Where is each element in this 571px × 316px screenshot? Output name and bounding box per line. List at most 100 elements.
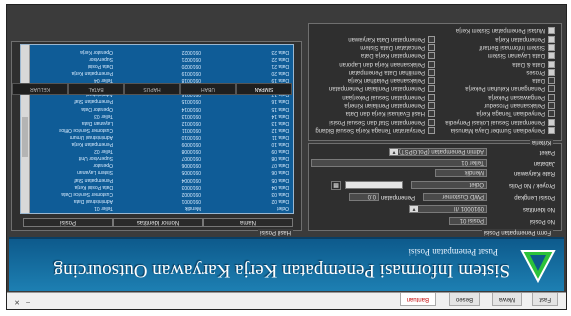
keluar-button[interactable]: KELUAR	[12, 83, 68, 95]
tab-mewa[interactable]: Mewa	[491, 293, 522, 306]
tab-beseo[interactable]: Beseo	[448, 293, 480, 306]
kriteria-checkbox[interactable]: Sistem Informasi Bertarif	[479, 44, 555, 51]
checkbox-icon[interactable]	[548, 35, 555, 43]
list-row[interactable]: Data 11 0910010 Administrasi Umum	[31, 133, 293, 140]
posisi-lengkap-field[interactable]: PWD Customer	[423, 193, 487, 201]
kriteria-checkbox[interactable]: Penempatan Sesuai Lokasi Penyedia	[445, 119, 555, 126]
kriteria-checkbox[interactable]: Data	[532, 77, 555, 85]
batal-button[interactable]: BATAL	[68, 83, 124, 95]
checkbox-icon[interactable]	[548, 52, 555, 60]
kriteria-checkbox[interactable]: Penempatan Kerja Data	[361, 52, 435, 60]
list-row[interactable]: Data 05 0910004 Penempatan Staf	[31, 176, 293, 183]
kriteria-checkbox[interactable]: Penyediaan Sumber Daya Manusia	[451, 127, 555, 134]
minimize-icon[interactable]: –	[26, 299, 30, 306]
list-header-identitas[interactable]: Nomor Identitas	[113, 218, 203, 227]
checkbox-icon[interactable]	[428, 77, 435, 85]
checkbox-icon[interactable]	[548, 102, 555, 110]
list-row[interactable]: Data 10 0910009 Penempatan Kerja	[31, 140, 293, 147]
kriteria-checkbox[interactable]: Pelaksanaan Pelatihan Kerja	[348, 77, 435, 85]
list-row[interactable]: Data 06 0910005 Sistem Layanan	[31, 169, 293, 176]
checkbox-icon[interactable]	[548, 44, 555, 51]
kriteria-checkbox[interactable]: Proses	[526, 69, 555, 76]
checkbox-icon[interactable]	[548, 60, 555, 68]
hapus-button[interactable]: HAPUS	[124, 83, 180, 95]
list-row[interactable]: Data 02 0910001 Administrasi Data	[31, 197, 293, 204]
no-identitas-select[interactable]: 0910001 /II ▼	[409, 205, 487, 213]
checkbox-icon[interactable]	[548, 68, 555, 76]
list-row[interactable]: Data 14 0910013 Teller 03	[31, 112, 293, 119]
list-header-posisi[interactable]: Posisi	[23, 218, 113, 227]
list-row[interactable]: Odiet Mendik Teller 01	[31, 204, 293, 211]
checkbox-icon[interactable]	[428, 52, 435, 60]
list-row[interactable]: Data 07 0910006 Operator	[31, 161, 293, 168]
kriteria-checkbox[interactable]: Mutasi Penempatan Sistem Kerja	[456, 27, 555, 35]
checkbox-icon[interactable]	[548, 118, 555, 126]
rate-karyawan-field[interactable]: Mendik	[435, 169, 487, 177]
checkbox-icon[interactable]	[548, 27, 555, 35]
checkbox-icon[interactable]	[428, 93, 435, 101]
checkbox-icon[interactable]	[428, 102, 435, 110]
list-row[interactable]: Data 09 0910008 Teller 02	[31, 147, 293, 154]
kriteria-checkbox[interactable]: Pelaksanaan Kerja dan Laporan	[339, 61, 435, 68]
list-cell: Teller 01	[94, 205, 113, 211]
kriteria-checkbox[interactable]: Penempatan Sesuai Pekerjaan	[342, 94, 435, 101]
no-posisi-field[interactable]: Posisi 01	[449, 217, 487, 225]
kriteria-checkbox[interactable]: Data Layanan Sistem	[488, 52, 555, 60]
ubah-button[interactable]: UBAH	[180, 83, 236, 95]
checkbox-icon[interactable]	[548, 93, 555, 101]
checkbox-icon[interactable]	[548, 77, 555, 85]
paket-select[interactable]: Admin Penempatan (Pol.GPST) ▼	[389, 148, 487, 156]
kriteria-checkbox[interactable]: Penempatan Kerja	[495, 36, 555, 43]
kriteria-checkbox[interactable]: Penempatan Staf dan Sesuai Posisi	[329, 119, 435, 126]
checkbox-icon[interactable]	[428, 35, 435, 43]
kriteria-checkbox[interactable]: Pelaksanaan Prosedur	[484, 102, 555, 110]
close-icon[interactable]: ✕	[14, 298, 20, 306]
kriteria-checkbox[interactable]: Penyediaan Tenaga Kerja	[476, 110, 555, 118]
list-row[interactable]: Data 04 0910003 Data Posisi Kerja	[31, 183, 293, 190]
list-scrollbar[interactable]	[21, 45, 30, 213]
kriteria-checkbox[interactable]: Penempatan Penilaian Kinerja	[344, 102, 435, 110]
simpan-button[interactable]: SIMPAN	[236, 83, 292, 95]
scrollbar-thumb[interactable]	[22, 117, 28, 157]
list-cell: 0910015	[181, 98, 201, 105]
kriteria-checkbox[interactable]: Pencatatan Data Sistem	[360, 44, 435, 51]
checkbox-icon[interactable]	[548, 127, 555, 134]
kriteria-checkbox[interactable]: Hasil Evaluasi Kerja dan Data	[346, 110, 435, 118]
checkbox-icon[interactable]	[428, 60, 435, 68]
list-row[interactable]: Data 22 0910021 Supervisor	[31, 55, 293, 62]
checkbox-icon[interactable]	[548, 85, 555, 93]
app-banner: Sistem Informasi Penempatan Kerja Karyaw…	[9, 237, 564, 291]
list-row[interactable]: Data 20 0910019 Penempatan Kerja	[31, 69, 293, 76]
list-row[interactable]: Data 03 0910002 Customer Service Data	[31, 190, 293, 197]
kriteria-checkbox[interactable]: Data & Data	[512, 61, 555, 68]
kriteria-checkbox[interactable]: Persyaratan Tenaga Kerja Sesuai Bidang	[315, 127, 435, 134]
kriteria-checkbox[interactable]: Penanganan Keluhan Pekerja	[465, 85, 555, 93]
checkbox-icon[interactable]	[428, 44, 435, 51]
list-header-nama[interactable]: Nama	[203, 218, 293, 227]
kriteria-checkbox[interactable]: Penempatan Data Karyawan	[348, 36, 435, 43]
checkbox-icon[interactable]	[428, 68, 435, 76]
checkbox-icon[interactable]	[428, 118, 435, 126]
tab-bantuan[interactable]: Bantuan	[399, 293, 436, 306]
list-row[interactable]: Data 08 0910007 Supervisor Unit	[31, 154, 293, 161]
list-row[interactable]: Data 16 0910015 Penempatan Staf	[31, 98, 293, 105]
checkbox-icon[interactable]	[548, 110, 555, 118]
kriteria-checkbox[interactable]: Penempatan Penilaian Penempatan	[329, 85, 435, 93]
proyek-date-field[interactable]	[345, 181, 403, 189]
list-row[interactable]: Data 13 0910012 Layanan Data	[31, 119, 293, 126]
list-row[interactable]: Data 12 0910011 Customer Service Office	[31, 126, 293, 133]
results-list[interactable]: Odiet Mendik Teller 01 Data 02 0910001 Admini…	[20, 44, 294, 214]
jabatan-field[interactable]: Teller 01	[311, 159, 487, 167]
checkbox-icon[interactable]	[428, 127, 435, 134]
penempatan-field[interactable]: 0.0	[349, 193, 379, 201]
kriteria-checkbox[interactable]: Pemilihan Data Penempatan	[349, 69, 435, 76]
tab-fast[interactable]: Fast	[532, 293, 558, 306]
kriteria-checkbox[interactable]: Pengawasan Pekerja	[488, 94, 555, 101]
calendar-icon[interactable]: ▦	[331, 181, 341, 190]
list-row[interactable]: Data 23 0910022 Operator Kerja	[31, 48, 293, 55]
list-row[interactable]: Data 21 0910020 Data Posisi	[31, 62, 293, 69]
checkbox-icon[interactable]	[428, 110, 435, 118]
list-row[interactable]: Data 15 0910014 Operator Data	[31, 105, 293, 112]
checkbox-icon[interactable]	[428, 85, 435, 93]
proyek-field[interactable]: Odiet	[411, 181, 487, 189]
